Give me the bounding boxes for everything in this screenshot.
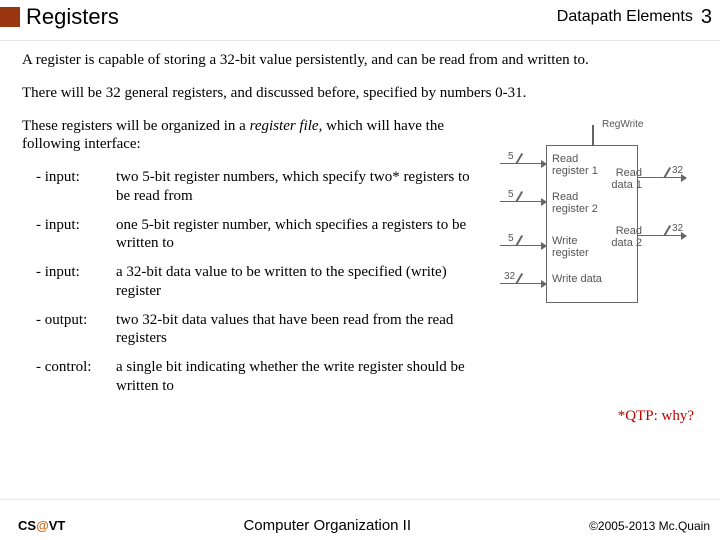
bus-width-32: 32 (672, 165, 683, 176)
def-val: two 5-bit register numbers, which specif… (116, 168, 484, 206)
bus-width-5: 5 (508, 189, 514, 200)
def-key: - input: (36, 216, 116, 254)
def-key: - control: (36, 358, 116, 396)
def-val: a 32-bit data value to be written to the… (116, 263, 484, 301)
list-item: - input: one 5-bit register number, whic… (36, 216, 484, 254)
list-item: - input: two 5-bit register numbers, whi… (36, 168, 484, 206)
section-label: Datapath Elements (557, 8, 693, 26)
wire-out2 (638, 235, 686, 237)
p3-em: register file (250, 118, 319, 134)
slide-number: 3 (701, 6, 712, 29)
p3-a: These registers will be organized in a (22, 118, 250, 134)
def-key: - input: (36, 263, 116, 301)
paragraph-3: These registers will be organized in a r… (22, 117, 484, 155)
list-item: - control: a single bit indicating wheth… (36, 358, 484, 396)
bus-width-5: 5 (508, 151, 514, 162)
port-read-reg2: Read register 2 (552, 191, 612, 215)
paragraph-1: A register is capable of storing a 32-bi… (22, 51, 698, 70)
footer-vt: VT (49, 518, 66, 533)
bus-slash-icon (516, 245, 526, 255)
list-item: - input: a 32-bit data value to be writt… (36, 263, 484, 301)
qtp-note: *QTP: why? (22, 408, 698, 425)
at-icon: @ (36, 518, 49, 533)
interface-list: - input: two 5-bit register numbers, whi… (36, 168, 484, 396)
def-val: a single bit indicating whether the writ… (116, 358, 484, 396)
register-file-diagram: RegWrite 5 Read register 1 5 Read regist… (494, 117, 698, 307)
bus-slash-icon (664, 235, 674, 245)
wire-top (592, 125, 594, 145)
footer-cs: CS (18, 518, 36, 533)
def-val: two 32-bit data values that have been re… (116, 311, 484, 349)
bus-slash-icon (664, 177, 674, 187)
bus-slash-icon (516, 201, 526, 211)
port-write-data: Write data (552, 273, 602, 285)
def-val: one 5-bit register number, which specifi… (116, 216, 484, 254)
port-write-reg: Write register (552, 235, 607, 259)
bus-slash-icon (516, 283, 526, 293)
port-read-data1: Read data 1 (602, 167, 642, 191)
paragraph-2: There will be 32 general registers, and … (22, 84, 698, 103)
footer-copyright: ©2005-2013 Mc.Quain (589, 519, 710, 533)
def-key: - output: (36, 311, 116, 349)
slide-body: A register is capable of storing a 32-bi… (0, 40, 720, 500)
port-read-data2: Read data 2 (602, 225, 642, 249)
bus-width-32: 32 (504, 271, 515, 282)
wire-out1 (638, 177, 686, 179)
page-title: Registers (26, 4, 557, 30)
slide-header: Registers Datapath Elements 3 (0, 0, 720, 40)
footer-title: Computer Organization II (65, 517, 589, 534)
list-item: - output: two 32-bit data values that ha… (36, 311, 484, 349)
bus-slash-icon (516, 163, 526, 173)
def-key: - input: (36, 168, 116, 206)
accent-square (0, 7, 20, 27)
bus-width-32: 32 (672, 223, 683, 234)
bus-width-5: 5 (508, 233, 514, 244)
signal-regwrite: RegWrite (602, 119, 644, 130)
slide-footer: CS@VT Computer Organization II ©2005-201… (0, 517, 720, 534)
footer-course: CS@VT (18, 518, 65, 533)
